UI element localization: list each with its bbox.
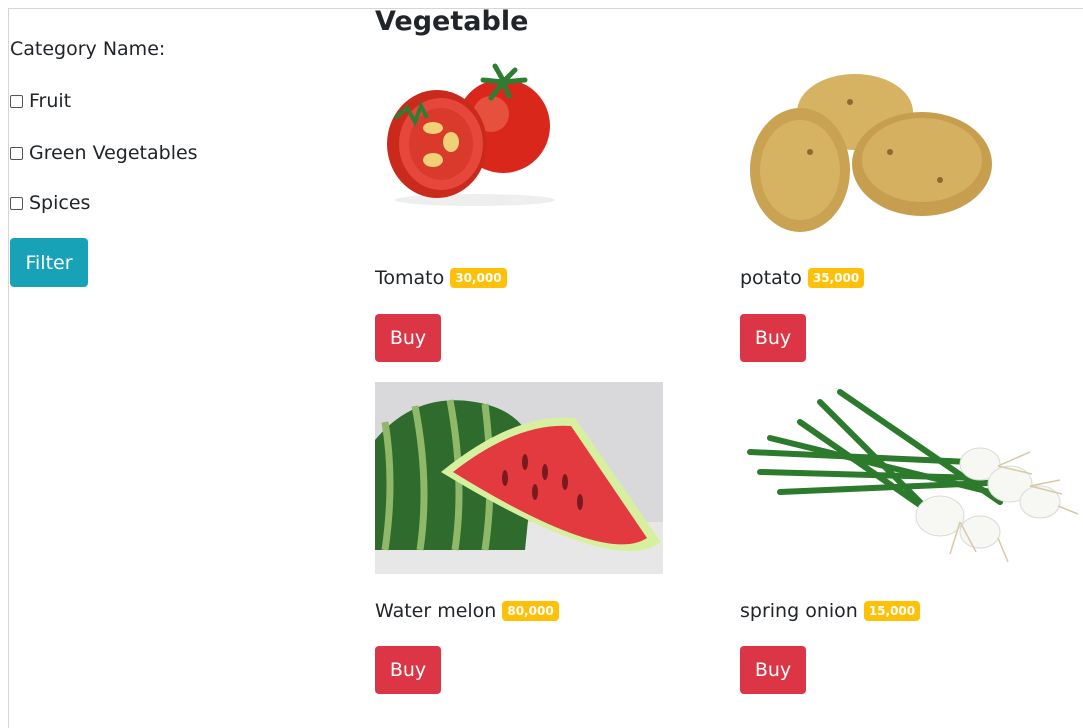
buy-button[interactable]: Buy — [740, 314, 806, 362]
potato-image — [740, 62, 1000, 242]
product-name: spring onion — [740, 600, 858, 622]
price-badge: 80,000 — [502, 601, 559, 621]
buy-button[interactable]: Buy — [740, 646, 806, 694]
category-label: Green Vegetables — [29, 142, 198, 164]
product-name: Tomato — [375, 267, 445, 289]
product-name-row: Water melon 80,000 — [375, 600, 559, 622]
product-card-potato: potato 35,000 Buy — [740, 62, 1083, 362]
category-checkbox-green-vegetables[interactable]: Green Vegetables — [10, 142, 198, 164]
price-badge: 15,000 — [863, 601, 921, 621]
product-card-water-melon: Water melon 80,000 Buy — [375, 382, 720, 702]
category-checkbox-spices[interactable]: Spices — [10, 192, 90, 214]
category-title: Category Name: — [10, 38, 166, 60]
tomato-image — [375, 62, 575, 212]
category-label: Spices — [29, 192, 91, 214]
category-checkbox-fruit[interactable]: Fruit — [10, 90, 71, 112]
buy-button[interactable]: Buy — [375, 646, 441, 694]
product-name: Water melon — [375, 600, 497, 622]
checkbox-box[interactable] — [10, 196, 23, 210]
spring-onion-image — [740, 382, 1083, 574]
category-label: Fruit — [29, 90, 72, 112]
filter-button[interactable]: Filter — [10, 238, 88, 287]
product-card-tomato: Tomato 30,000 Buy — [375, 62, 720, 362]
checkbox-box[interactable] — [10, 146, 23, 160]
watermelon-image — [375, 382, 663, 574]
buy-button[interactable]: Buy — [375, 314, 441, 362]
checkbox-box[interactable] — [10, 94, 23, 108]
price-badge: 30,000 — [450, 268, 507, 288]
page-title: Vegetable — [375, 6, 529, 37]
product-name-row: potato 35,000 — [740, 267, 865, 289]
product-name: potato — [740, 267, 802, 289]
product-name-row: Tomato 30,000 — [375, 267, 507, 289]
product-name-row: spring onion 15,000 — [740, 600, 921, 622]
product-card-spring-onion: spring onion 15,000 Buy — [740, 382, 1083, 702]
price-badge: 35,000 — [807, 268, 865, 288]
